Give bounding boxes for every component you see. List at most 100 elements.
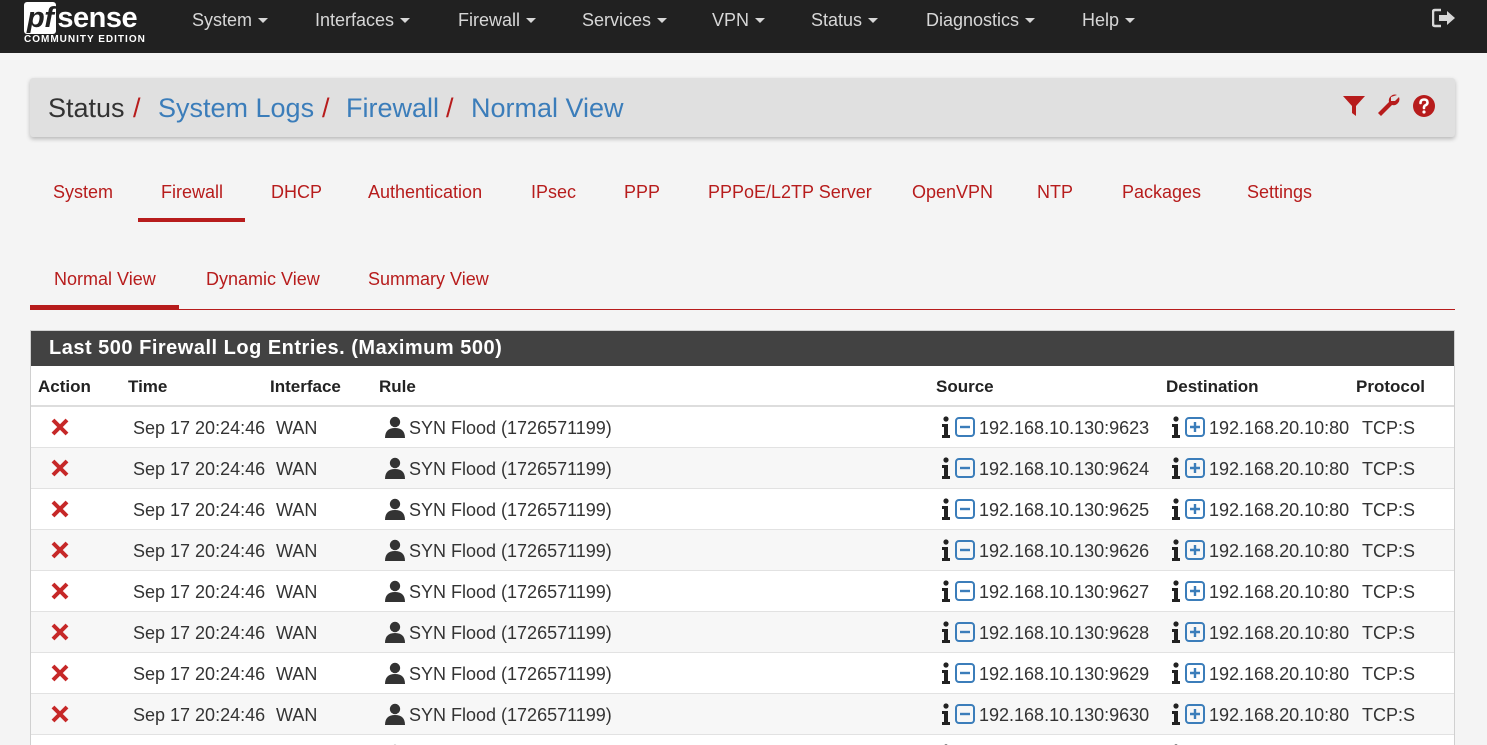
info-icon[interactable] — [941, 662, 951, 684]
user-icon[interactable] — [385, 662, 405, 684]
log-destination[interactable]: 192.168.20.10:80 — [1209, 540, 1349, 562]
filter-icon[interactable] — [1342, 94, 1366, 118]
expand-icon[interactable] — [1185, 417, 1205, 437]
user-icon[interactable] — [385, 498, 405, 520]
nav-diagnostics[interactable]: Diagnostics — [926, 0, 1036, 40]
tab-pppoe-l2tp-server[interactable]: PPPoE/L2TP Server — [708, 181, 872, 203]
collapse-icon[interactable] — [955, 458, 975, 478]
tab-firewall[interactable]: Firewall — [161, 181, 223, 203]
log-source[interactable]: 192.168.10.130:9626 — [979, 540, 1149, 562]
log-source[interactable]: 192.168.10.130:9628 — [979, 622, 1149, 644]
expand-icon[interactable] — [1185, 622, 1205, 642]
collapse-icon[interactable] — [955, 499, 975, 519]
info-icon[interactable] — [1171, 621, 1181, 643]
nav-services[interactable]: Services — [582, 0, 668, 40]
nav-vpn[interactable]: VPN — [712, 0, 766, 40]
breadcrumb-normal-view[interactable]: Normal View — [471, 92, 624, 124]
info-icon[interactable] — [941, 703, 951, 725]
nav-interfaces[interactable]: Interfaces — [315, 0, 411, 40]
tab-dhcp[interactable]: DHCP — [271, 181, 322, 203]
info-icon[interactable] — [941, 416, 951, 438]
nav-help[interactable]: Help — [1082, 0, 1136, 40]
log-destination[interactable]: 192.168.20.10:80 — [1209, 499, 1349, 521]
info-icon[interactable] — [1171, 457, 1181, 479]
help-icon[interactable] — [1412, 94, 1436, 118]
column-header-interface[interactable]: Interface — [270, 377, 341, 397]
collapse-icon[interactable] — [955, 704, 975, 724]
user-icon[interactable] — [385, 703, 405, 725]
log-rule[interactable]: SYN Flood (1726571199) — [409, 540, 612, 562]
block-icon[interactable] — [51, 500, 69, 518]
collapse-icon[interactable] — [955, 540, 975, 560]
info-icon[interactable] — [1171, 416, 1181, 438]
collapse-icon[interactable] — [955, 622, 975, 642]
user-icon[interactable] — [385, 621, 405, 643]
pfsense-logo[interactable]: pf sense COMMUNITY EDITION — [24, 2, 159, 48]
block-icon[interactable] — [51, 705, 69, 723]
log-destination[interactable]: 192.168.20.10:80 — [1209, 458, 1349, 480]
log-source[interactable]: 192.168.10.130:9627 — [979, 581, 1149, 603]
column-header-protocol[interactable]: Protocol — [1356, 377, 1425, 397]
log-rule[interactable]: SYN Flood (1726571199) — [409, 663, 612, 685]
expand-icon[interactable] — [1185, 458, 1205, 478]
info-icon[interactable] — [1171, 580, 1181, 602]
expand-icon[interactable] — [1185, 540, 1205, 560]
log-source[interactable]: 192.168.10.130:9623 — [979, 417, 1149, 439]
log-destination[interactable]: 192.168.20.10:80 — [1209, 581, 1349, 603]
log-source[interactable]: 192.168.10.130:9629 — [979, 663, 1149, 685]
column-header-rule[interactable]: Rule — [379, 377, 416, 397]
log-rule[interactable]: SYN Flood (1726571199) — [409, 499, 612, 521]
log-source[interactable]: 192.168.10.130:9625 — [979, 499, 1149, 521]
collapse-icon[interactable] — [955, 663, 975, 683]
block-icon[interactable] — [51, 418, 69, 436]
log-rule[interactable]: SYN Flood (1726571199) — [409, 704, 612, 726]
nav-firewall[interactable]: Firewall — [458, 0, 537, 40]
collapse-icon[interactable] — [955, 417, 975, 437]
user-icon[interactable] — [385, 580, 405, 602]
info-icon[interactable] — [941, 621, 951, 643]
nav-system[interactable]: System — [192, 0, 269, 40]
wrench-icon[interactable] — [1377, 94, 1401, 118]
log-source[interactable]: 192.168.10.130:9624 — [979, 458, 1149, 480]
breadcrumb-system-logs[interactable]: System Logs — [158, 92, 314, 124]
info-icon[interactable] — [941, 539, 951, 561]
log-source[interactable]: 192.168.10.130:9630 — [979, 704, 1149, 726]
info-icon[interactable] — [941, 498, 951, 520]
info-icon[interactable] — [1171, 703, 1181, 725]
tab-openvpn[interactable]: OpenVPN — [912, 181, 993, 203]
column-header-time[interactable]: Time — [128, 377, 167, 397]
block-icon[interactable] — [51, 623, 69, 641]
info-icon[interactable] — [941, 457, 951, 479]
tab-ppp[interactable]: PPP — [624, 181, 660, 203]
column-header-action[interactable]: Action — [38, 377, 91, 397]
nav-status[interactable]: Status — [811, 0, 879, 40]
expand-icon[interactable] — [1185, 499, 1205, 519]
block-icon[interactable] — [51, 582, 69, 600]
tab-authentication[interactable]: Authentication — [368, 181, 482, 203]
subtab-dynamic-view[interactable]: Dynamic View — [206, 268, 320, 290]
log-rule[interactable]: SYN Flood (1726571199) — [409, 581, 612, 603]
subtab-summary-view[interactable]: Summary View — [368, 268, 489, 290]
tab-packages[interactable]: Packages — [1122, 181, 1201, 203]
log-destination[interactable]: 192.168.20.10:80 — [1209, 704, 1349, 726]
block-icon[interactable] — [51, 664, 69, 682]
log-rule[interactable]: SYN Flood (1726571199) — [409, 417, 612, 439]
user-icon[interactable] — [385, 539, 405, 561]
log-destination[interactable]: 192.168.20.10:80 — [1209, 663, 1349, 685]
block-icon[interactable] — [51, 459, 69, 477]
tab-ipsec[interactable]: IPsec — [531, 181, 576, 203]
column-header-source[interactable]: Source — [936, 377, 994, 397]
subtab-normal-view[interactable]: Normal View — [54, 268, 156, 290]
breadcrumb-firewall[interactable]: Firewall — [346, 92, 439, 124]
info-icon[interactable] — [1171, 662, 1181, 684]
block-icon[interactable] — [51, 541, 69, 559]
log-rule[interactable]: SYN Flood (1726571199) — [409, 458, 612, 480]
info-icon[interactable] — [1171, 498, 1181, 520]
log-destination[interactable]: 192.168.20.10:80 — [1209, 622, 1349, 644]
column-header-destination[interactable]: Destination — [1166, 377, 1259, 397]
log-destination[interactable]: 192.168.20.10:80 — [1209, 417, 1349, 439]
info-icon[interactable] — [1171, 539, 1181, 561]
info-icon[interactable] — [941, 580, 951, 602]
user-icon[interactable] — [385, 416, 405, 438]
user-icon[interactable] — [385, 457, 405, 479]
